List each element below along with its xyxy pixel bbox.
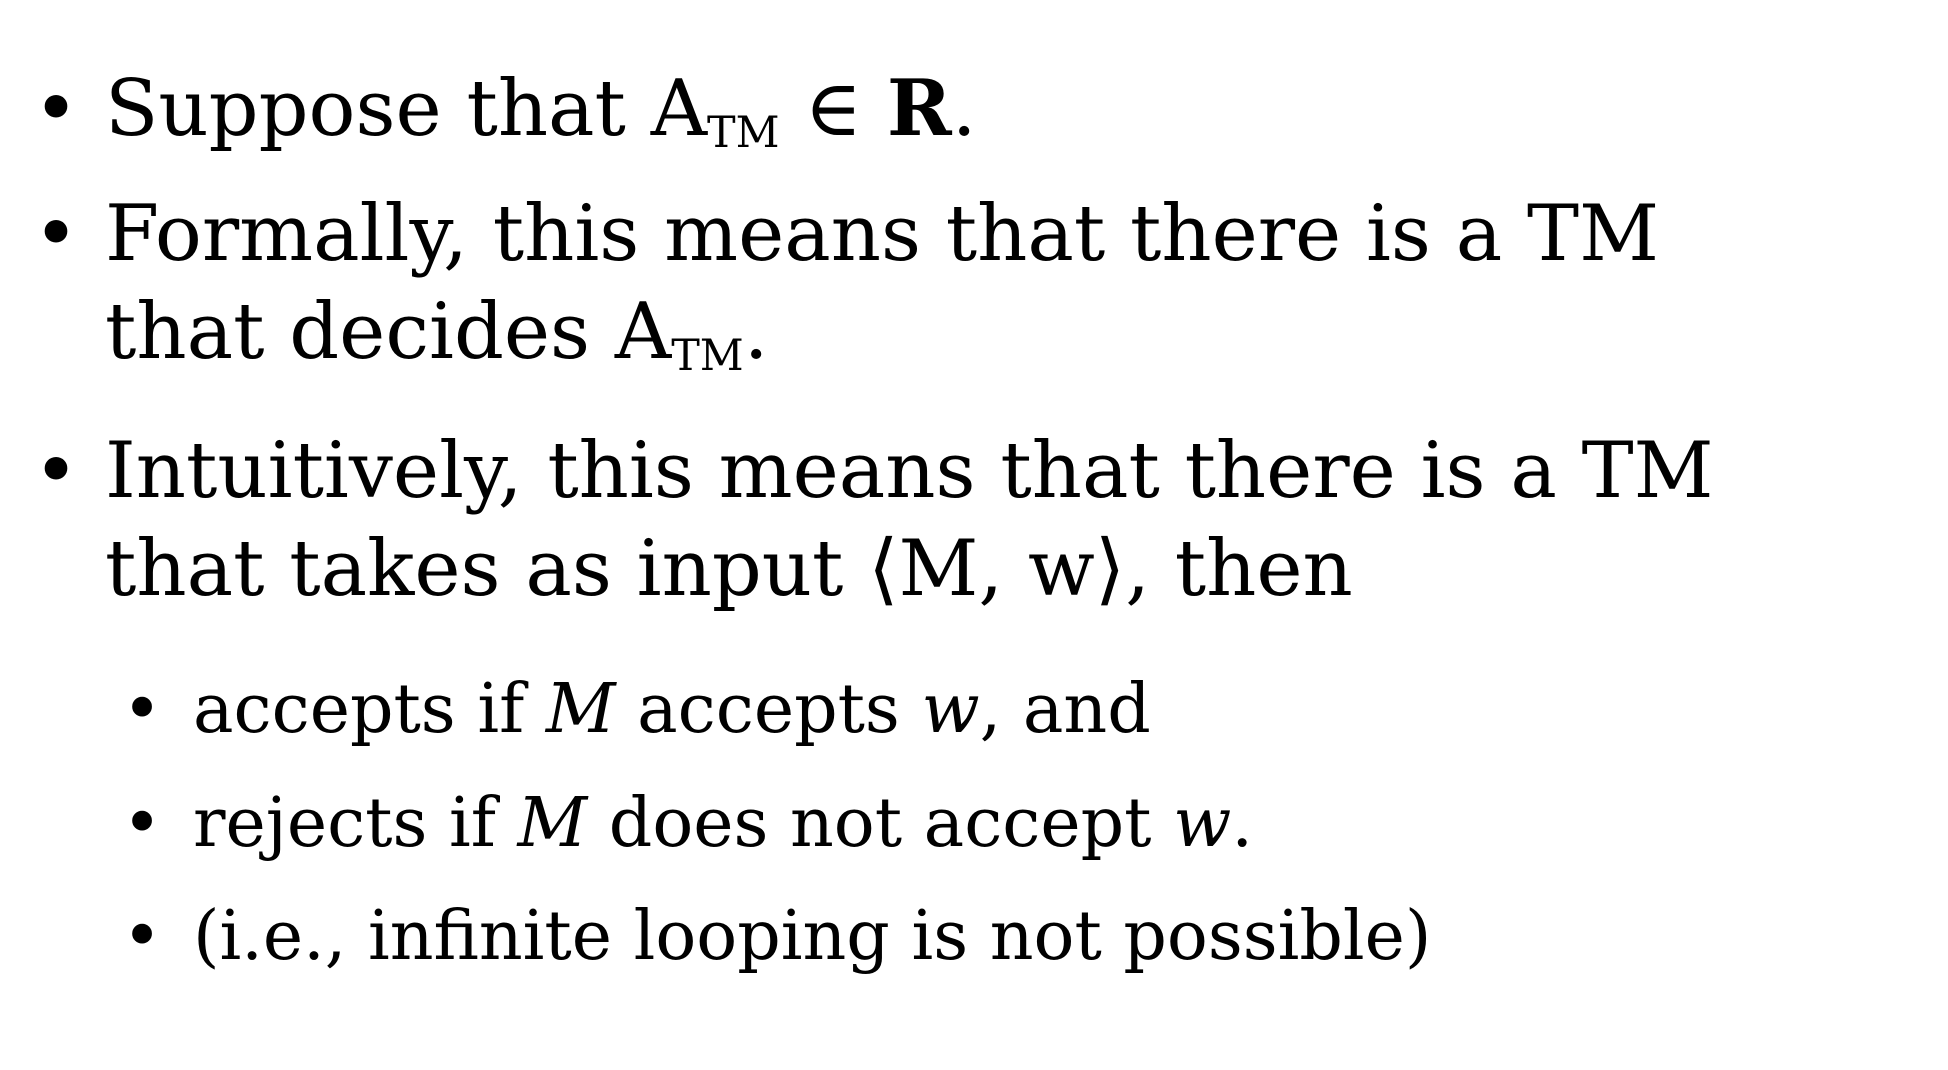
bullet-marker: •: [33, 189, 80, 279]
sub-bullet-marker: •: [122, 784, 163, 863]
bullet-marker: •: [33, 426, 80, 516]
sub-bullet-text-2: rejects if M does not accept w.: [193, 784, 1253, 863]
slide: • Suppose that ATM ∈ R. • Formally, this…: [0, 0, 1948, 1070]
bullet-text-3-line-1: Intuitively, this means that there is a …: [105, 426, 1714, 516]
bullet-text-2-line-2: that decides ATM.: [105, 287, 769, 381]
sub-bullet-marker: •: [122, 670, 163, 749]
bullet-text-2-line-1: Formally, this means that there is a TM: [105, 189, 1659, 279]
sub-bullet-marker: •: [122, 897, 163, 976]
bullet-text-3-line-2: that takes as input ⟨M, w⟩, then: [105, 524, 1353, 614]
bullet-text-1: Suppose that ATM ∈ R.: [105, 63, 977, 158]
sub-bullet-text-3: (i.e., infinite looping is not possible): [193, 897, 1432, 976]
sub-bullet-text-1: accepts if M accepts w, and: [193, 670, 1151, 749]
bullet-marker: •: [33, 64, 80, 154]
